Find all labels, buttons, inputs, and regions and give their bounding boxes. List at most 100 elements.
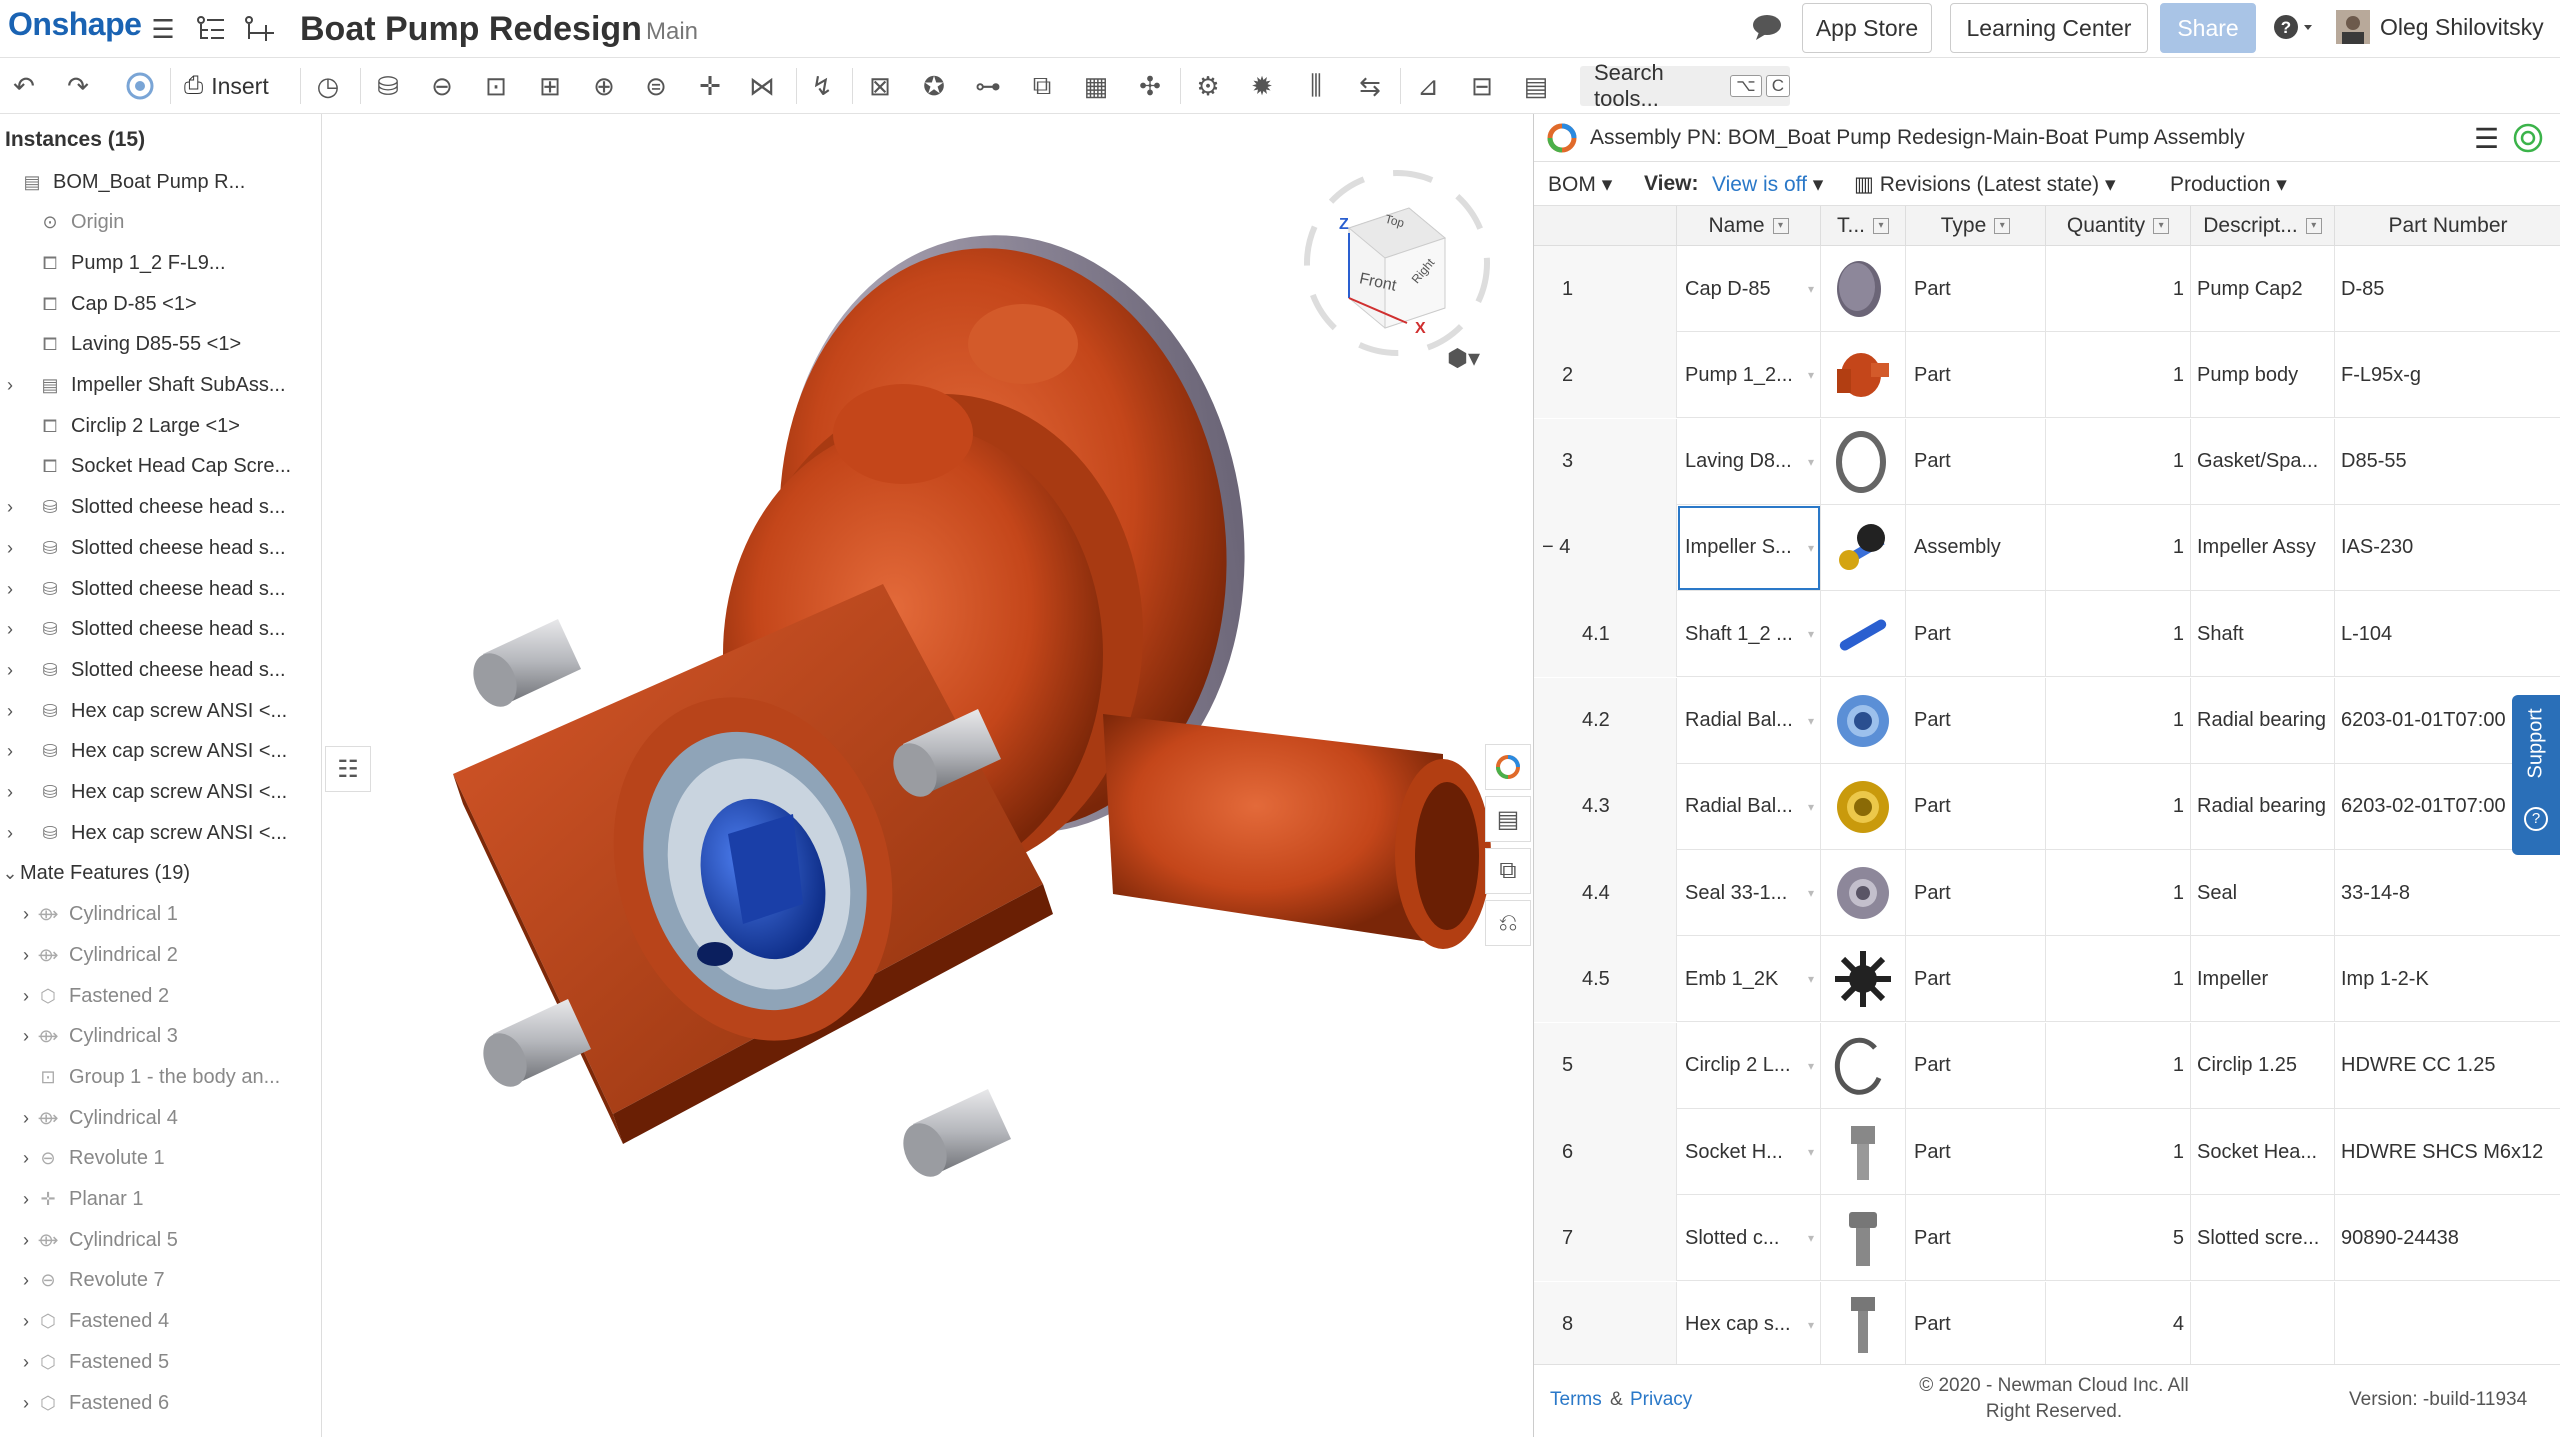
instance-item[interactable]: › ⛁ Hex cap screw ANSI <...	[0, 813, 320, 853]
instance-item[interactable]: › ⛁ Hex cap screw ANSI <...	[0, 773, 320, 813]
name-cell[interactable]: Laving D8... ▾	[1677, 418, 1821, 505]
screw-relation-icon[interactable]: ▦	[1076, 68, 1116, 104]
expand-chevron-icon[interactable]: ›	[0, 660, 20, 681]
cell-dropdown-icon[interactable]: ▾	[1808, 1059, 1814, 1073]
revolute-mate-icon[interactable]: ⊖	[422, 68, 462, 104]
appearance-icon[interactable]	[1485, 744, 1531, 790]
filter-icon[interactable]: ▾	[2153, 218, 2170, 234]
privacy-link[interactable]: Privacy	[1630, 1389, 1692, 1411]
group-icon[interactable]: ⊠	[860, 68, 900, 104]
expand-chevron-icon[interactable]: ›	[16, 1311, 36, 1332]
help-icon[interactable]: ?	[2270, 10, 2320, 44]
table-row[interactable]: 4.4 Seal 33-1... ▾ Part 1 Seal 33-14-8	[1534, 850, 2560, 937]
name-cell[interactable]: Seal 33-1... ▾	[1677, 850, 1821, 937]
feature-list-toggle-icon[interactable]: ☷	[325, 746, 371, 792]
replicate-icon[interactable]: ⚙	[1188, 68, 1228, 104]
history-icon[interactable]: ◷	[308, 68, 348, 104]
name-cell[interactable]: Circlip 2 L... ▾	[1677, 1022, 1821, 1109]
view-dropdown[interactable]: View is off ▾	[1712, 172, 1823, 197]
tangent-mate-icon[interactable]: ↯	[802, 68, 842, 104]
instance-item[interactable]: ⧠ Pump 1_2 F-L9...	[0, 243, 320, 283]
instance-item[interactable]: › ⛁ Hex cap screw ANSI <...	[0, 691, 320, 731]
expand-chevron-icon[interactable]: ›	[0, 497, 20, 518]
table-row[interactable]: 4.3 Radial Bal... ▾ Part 1 Radial bearing 6203…	[1534, 763, 2560, 850]
gear-relation-icon[interactable]: ⊶	[968, 68, 1008, 104]
bom-panel-icon[interactable]: ▤	[1485, 796, 1531, 842]
share-button[interactable]: Share	[2160, 3, 2256, 53]
avatar[interactable]	[2336, 10, 2370, 44]
table-row[interactable]: 1 Cap D-85 ▾ Part 1 Pump Cap2 D-85	[1534, 246, 2560, 332]
configurations-icon[interactable]: ⎌	[1485, 900, 1531, 946]
comment-icon[interactable]	[1750, 10, 1784, 44]
graphics-viewport[interactable]: Top Front Right Z X ⬢▾ ☷ ▤ ⧉ ⎌	[323, 114, 1533, 1437]
name-cell[interactable]: Slotted c... ▾	[1677, 1195, 1821, 1282]
table-row[interactable]: 4.5 Emb 1_2K ▾ Part 1 Impeller Imp 1-2-K	[1534, 936, 2560, 1023]
part-number-column-header[interactable]: Part Number	[2335, 206, 2560, 246]
filter-icon[interactable]: ▾	[1994, 218, 2011, 234]
instance-item[interactable]: › ⛁ Slotted cheese head s...	[0, 650, 320, 690]
branch-label[interactable]: Main	[646, 18, 698, 46]
mate-item[interactable]: › ⟴ Cylindrical 5	[0, 1220, 320, 1260]
filter-icon[interactable]: ▾	[1873, 218, 1889, 234]
instance-item[interactable]: ⧠ Cap D-85 <1>	[0, 284, 320, 324]
mate-item[interactable]: › ⬡ Fastened 6	[0, 1383, 320, 1423]
cell-dropdown-icon[interactable]: ▾	[1808, 368, 1814, 382]
view-options-icon[interactable]: ⬢▾	[1447, 344, 1480, 373]
instance-item[interactable]: ⊙ Origin	[0, 203, 320, 243]
instance-item[interactable]: › ⛁ Slotted cheese head s...	[0, 488, 320, 528]
instance-item[interactable]: ▤ BOM_Boat Pump R...	[0, 162, 320, 202]
cell-dropdown-icon[interactable]: ▾	[1808, 1318, 1814, 1332]
expand-chevron-icon[interactable]: ›	[16, 1270, 36, 1291]
undo-icon[interactable]: ↶	[4, 68, 44, 104]
name-cell[interactable]: Impeller S... ▾	[1677, 504, 1821, 591]
mate-item[interactable]: › ⟴ Cylindrical 1	[0, 895, 320, 935]
filter-icon[interactable]: ▾	[2305, 218, 2322, 234]
expand-chevron-icon[interactable]: ›	[16, 945, 36, 966]
onshape-logo[interactable]: Onshape	[8, 6, 142, 43]
display-state-icon[interactable]: ⊿	[1408, 68, 1448, 104]
expand-chevron-icon[interactable]: ›	[16, 1393, 36, 1414]
planar-mate-icon[interactable]: ⊞	[530, 68, 570, 104]
filter-icon[interactable]: ▾	[1772, 218, 1789, 234]
bom-type-dropdown[interactable]: BOM ▾	[1548, 172, 1612, 197]
name-cell[interactable]: Shaft 1_2 ... ▾	[1677, 591, 1821, 678]
mate-item[interactable]: › ⬡ Fastened 5	[0, 1342, 320, 1382]
expand-chevron-icon[interactable]: ›	[16, 1189, 36, 1210]
bom-menu-icon[interactable]: ☰	[2474, 122, 2499, 155]
type-column-header[interactable]: Type ▾	[1906, 206, 2046, 246]
insert-button[interactable]: ⎙ Insert	[184, 68, 269, 104]
production-dropdown[interactable]: Production ▾	[2170, 172, 2287, 197]
cell-dropdown-icon[interactable]: ▾	[1808, 972, 1814, 986]
view-cube[interactable]: Top Front Right Z X	[1277, 138, 1533, 388]
expand-chevron-icon[interactable]: ›	[16, 1026, 36, 1047]
expand-chevron-icon[interactable]: ›	[16, 1148, 36, 1169]
thumbnail-column-header[interactable]: T... ▾	[1821, 206, 1906, 246]
menu-icon[interactable]: ☰	[146, 12, 180, 46]
name-cell[interactable]: Radial Bal... ▾	[1677, 677, 1821, 764]
parallel-mate-icon[interactable]: ⋈	[742, 68, 782, 104]
cell-dropdown-icon[interactable]: ▾	[1808, 455, 1814, 469]
pattern-icon[interactable]: ✹	[1242, 68, 1282, 104]
instance-item[interactable]: ⧠ Socket Head Cap Scre...	[0, 447, 320, 487]
measure-icon[interactable]: ⇆	[1350, 68, 1390, 104]
app-store-button[interactable]: App Store	[1802, 3, 1932, 53]
name-cell[interactable]: Radial Bal... ▾	[1677, 763, 1821, 850]
mate-connector-icon[interactable]: ✪	[914, 68, 954, 104]
instance-item[interactable]: › ⛁ Slotted cheese head s...	[0, 528, 320, 568]
revisions-dropdown[interactable]: ▥ Revisions (Latest state) ▾	[1854, 172, 2116, 197]
rack-pinion-icon[interactable]: ⧉	[1022, 68, 1062, 104]
pin-slot-mate-icon[interactable]: ⊜	[636, 68, 676, 104]
cell-dropdown-icon[interactable]: ▾	[1808, 541, 1814, 555]
cell-dropdown-icon[interactable]: ▾	[1808, 886, 1814, 900]
mate-item[interactable]: › ⬡ Fastened 4	[0, 1302, 320, 1342]
rollback-icon[interactable]	[120, 68, 160, 104]
table-row[interactable]: 8 Hex cap s... ▾ Part 4	[1534, 1281, 2560, 1368]
cell-dropdown-icon[interactable]: ▾	[1808, 1145, 1814, 1159]
learning-center-button[interactable]: Learning Center	[1950, 3, 2148, 53]
table-row[interactable]: 4.2 Radial Bal... ▾ Part 1 Radial bearing 6203…	[1534, 677, 2560, 764]
expand-chevron-icon[interactable]: ›	[0, 701, 20, 722]
mate-item[interactable]: › ⬡ Fastened 2	[0, 976, 320, 1016]
name-cell[interactable]: Hex cap s... ▾	[1677, 1281, 1821, 1368]
expand-chevron-icon[interactable]: ›	[0, 782, 20, 803]
table-row[interactable]: 2 Pump 1_2... ▾ Part 1 Pump body F-L95x-g	[1534, 332, 2560, 419]
